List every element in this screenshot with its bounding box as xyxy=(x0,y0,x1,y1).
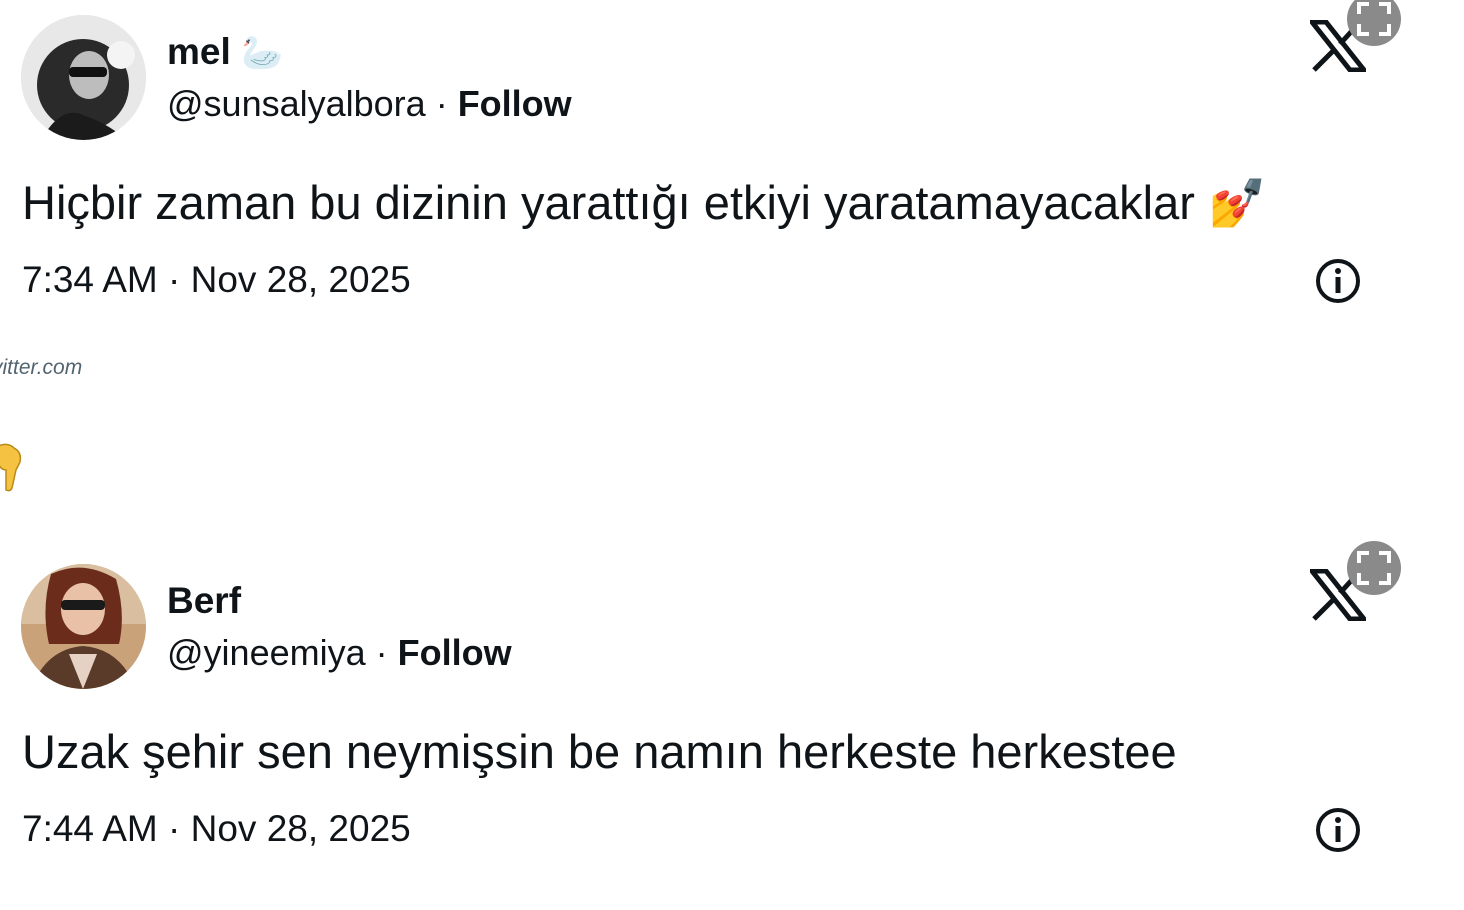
expand-button[interactable] xyxy=(1347,0,1401,46)
nail-polish-emoji: 💅 xyxy=(1207,176,1267,229)
tweet-timestamp[interactable]: 7:34 AM · Nov 28, 2025 xyxy=(22,258,411,302)
source-text[interactable]: vitter.com xyxy=(0,356,82,380)
follow-button[interactable]: Follow xyxy=(398,632,512,673)
follow-button[interactable]: Follow xyxy=(458,83,572,124)
swan-emoji: 🦢 xyxy=(241,34,284,72)
info-icon[interactable] xyxy=(1314,806,1362,854)
avatar[interactable] xyxy=(21,564,146,689)
handle-line: @sunsalyalbora · Follow xyxy=(167,82,572,126)
separator: · xyxy=(435,83,448,124)
expand-icon xyxy=(1357,551,1391,585)
expand-button[interactable] xyxy=(1347,541,1401,595)
user-handle[interactable]: @sunsalyalbora xyxy=(167,83,426,124)
embedded-tweets-page: mel 🦢 @sunsalyalbora · Follow Hiçbir zaman… xyxy=(0,0,1464,910)
tweet-text: Uzak şehir sen neymişsin be namın herkes… xyxy=(22,725,1177,778)
display-name[interactable]: Berf xyxy=(167,579,241,623)
avatar[interactable] xyxy=(21,15,146,140)
tweet-timestamp[interactable]: 7:44 AM · Nov 28, 2025 xyxy=(22,807,411,851)
tweet-text: Hiçbir zaman bu dizinin yarattığı etkiyi… xyxy=(22,176,1267,229)
info-icon[interactable] xyxy=(1314,257,1362,305)
separator: · xyxy=(375,632,388,673)
pointing-down-emoji xyxy=(0,443,22,492)
display-name[interactable]: mel 🦢 xyxy=(167,30,283,75)
handle-line: @yineemiya · Follow xyxy=(167,631,512,675)
user-handle[interactable]: @yineemiya xyxy=(167,632,366,673)
expand-icon xyxy=(1357,2,1391,36)
